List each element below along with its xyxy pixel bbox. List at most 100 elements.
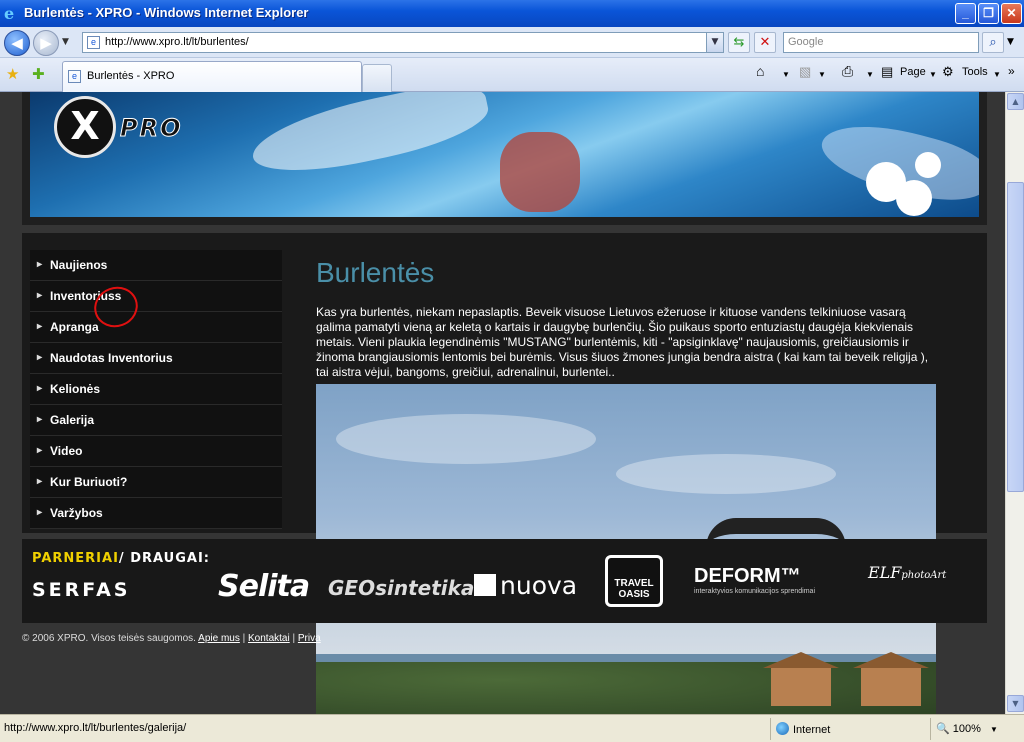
partner-name: SERFAS	[32, 579, 131, 601]
stop-button[interactable]: ✕	[754, 32, 776, 53]
feeds-icon[interactable]: ▧	[799, 64, 811, 80]
footer-link-apie-mus[interactable]: Apie mus	[198, 633, 240, 644]
back-button[interactable]: ◀	[4, 30, 30, 56]
intro-paragraph: Kas yra burlentės, niekam nepaslaptis. B…	[316, 305, 929, 379]
menu-item-kur-buriuoti[interactable]: ▸ Kur Buriuoti?	[30, 467, 282, 498]
minimize-button[interactable]: _	[955, 3, 976, 24]
menu-item-varzybos[interactable]: ▸ Varžybos	[30, 498, 282, 529]
chevron-right-icon[interactable]: »	[1008, 64, 1015, 78]
zone-label: Internet	[793, 724, 831, 736]
close-button[interactable]: ✕	[1001, 3, 1022, 24]
status-bar: http://www.xpro.lt/lt/burlentes/galerija…	[0, 714, 1024, 742]
zoom-level: 100%	[952, 723, 981, 735]
refresh-icon: ⇆	[733, 35, 745, 50]
chevron-right-icon: ▸	[37, 445, 43, 456]
partners-title: PARNERIAI/ DRAUGAI:	[32, 551, 210, 566]
add-favorite-icon[interactable]: ✚	[32, 65, 45, 83]
tab-burlentes[interactable]: e Burlentės - XPRO	[62, 61, 362, 92]
refresh-button[interactable]: ⇆	[728, 32, 750, 53]
site-header: X PRO	[22, 92, 987, 225]
page-icon: ▤	[881, 64, 894, 79]
print-icon[interactable]: ⎙	[842, 63, 853, 80]
site-footer: © 2006 XPRO. Visos teisės saugomos. Apie…	[22, 633, 321, 644]
chevron-right-icon: ▸	[37, 414, 43, 425]
page-menu-dropdown[interactable]: ▼	[929, 70, 937, 79]
globe-icon	[776, 722, 789, 735]
chevron-right-icon: ▸	[37, 383, 43, 394]
chevron-right-icon: ▸	[37, 321, 43, 332]
menu-item-keliones[interactable]: ▸ Kelionės	[30, 374, 282, 405]
partner-logo-travel-oasis[interactable]: TRAVEL OASIS	[605, 555, 663, 607]
zoom-control[interactable]: 🔍 100% ▼	[936, 722, 998, 735]
recent-pages-dropdown[interactable]: ▼	[62, 37, 69, 47]
tools-menu-dropdown[interactable]: ▼	[993, 70, 1001, 79]
print-dropdown[interactable]: ▼	[866, 70, 874, 79]
partner-logo-nuova[interactable]: nuova	[474, 571, 577, 600]
search-button[interactable]: ⌕	[982, 32, 1004, 53]
menu-item-naujienos[interactable]: ▸ Naujienos	[30, 250, 282, 281]
stop-icon: ✕	[759, 35, 771, 50]
menu-item-label: Kelionės	[50, 382, 101, 396]
chevron-right-icon: ▸	[37, 259, 43, 270]
address-dropdown-button[interactable]: ▼	[706, 33, 723, 52]
address-input[interactable]: e http://www.xpro.lt/lt/burlentes/	[82, 32, 724, 53]
scroll-up-button[interactable]: ▲	[1007, 93, 1024, 110]
footer-link-privatumas[interactable]: Priva	[298, 633, 321, 644]
gear-icon: ⚙	[942, 64, 954, 79]
zoom-dropdown[interactable]: ▼	[990, 725, 998, 734]
partner-name: Selita	[218, 569, 310, 604]
new-tab-button[interactable]	[362, 64, 392, 92]
favorites-star-icon[interactable]: ★	[6, 65, 19, 83]
zoom-icon: 🔍	[936, 723, 950, 735]
menu-item-label: Varžybos	[50, 506, 103, 520]
menu-item-naudotas-inventorius[interactable]: ▸ Naudotas Inventorius	[30, 343, 282, 374]
tab-bar: ★ ✚ e Burlentės - XPRO ⌂ ▼ ▧ ▼ ⎙ ▼ ▤ Pag…	[0, 58, 1024, 92]
menu-item-inventoriuss[interactable]: ▸ Inventoriuss	[30, 281, 282, 312]
footer-link-kontaktai[interactable]: Kontaktai	[248, 633, 290, 644]
restore-button[interactable]: ❐	[978, 3, 999, 24]
partner-logo-elf-photoart[interactable]: ELFphotoArt	[868, 563, 946, 582]
header-banner-image: X PRO	[30, 92, 979, 217]
browser-window: e Burlentės - XPRO - Windows Internet Ex…	[0, 0, 1024, 742]
search-options-dropdown[interactable]: ▼	[1007, 37, 1014, 47]
menu-item-label: Inventoriuss	[50, 289, 122, 303]
menu-item-label: Galerija	[50, 413, 95, 427]
partner-name: nuova	[500, 571, 578, 600]
forward-button[interactable]: ▶	[33, 30, 59, 56]
page-title: Burlentės	[316, 257, 435, 288]
page-menu[interactable]: Page	[900, 66, 926, 78]
status-url: http://www.xpro.lt/lt/burlentes/galerija…	[4, 722, 187, 734]
menu-item-galerija[interactable]: ▸ Galerija	[30, 405, 282, 436]
side-menu: ▸ Naujienos ▸ Inventoriuss ▸ Apranga ▸ Naudo…	[30, 250, 282, 529]
search-input[interactable]: Google	[783, 32, 979, 53]
menu-item-video[interactable]: ▸ Video	[30, 436, 282, 467]
home-icon[interactable]: ⌂	[756, 63, 764, 79]
partner-tagline: interaktyvios komunikacijos sprendimai	[694, 588, 815, 595]
partner-logo-selita[interactable]: Selita	[218, 569, 310, 604]
partner-logo-geosintetika[interactable]: GEOsintetika	[328, 576, 474, 600]
partner-tagline: photoArt	[901, 570, 947, 581]
feeds-dropdown[interactable]: ▼	[818, 70, 826, 79]
menu-item-label: Apranga	[50, 320, 99, 334]
security-zone[interactable]: Internet	[776, 722, 830, 736]
menu-item-label: Naudotas Inventorius	[50, 351, 173, 365]
partners-title-friends: / DRAUGAI:	[118, 551, 210, 566]
scroll-down-button[interactable]: ▼	[1007, 695, 1024, 712]
menu-item-label: Kur Buriuoti?	[50, 475, 128, 489]
nuova-mark-icon	[474, 574, 496, 596]
partner-logo-serfas[interactable]: SERFAS	[32, 579, 130, 601]
window-title: Burlentės - XPRO - Windows Internet Expl…	[24, 5, 309, 20]
scroll-thumb[interactable]	[1007, 182, 1024, 492]
logo-wordmark: PRO	[119, 114, 183, 143]
menu-item-apranga[interactable]: ▸ Apranga	[30, 312, 282, 343]
xpro-logo[interactable]: X PRO	[54, 96, 224, 166]
back-arrow-icon: ◀	[11, 34, 23, 52]
partner-logo-deform[interactable]: DEFORM™ interaktyvios komunikacijos spren…	[694, 565, 815, 595]
tools-menu[interactable]: Tools	[962, 66, 988, 78]
vertical-scrollbar[interactable]: ▲ ▼	[1005, 92, 1024, 714]
home-dropdown[interactable]: ▼	[782, 70, 790, 79]
page-viewport: X PRO ▸ Naujienos ▸ Inventoriuss ▸ Apranga …	[0, 92, 1005, 714]
chevron-right-icon: ▸	[37, 507, 43, 518]
partner-name: GEOsintetika	[328, 576, 475, 600]
address-toolbar: ◀ ▶ ▼ e http://www.xpro.lt/lt/burlentes/…	[0, 27, 1024, 58]
